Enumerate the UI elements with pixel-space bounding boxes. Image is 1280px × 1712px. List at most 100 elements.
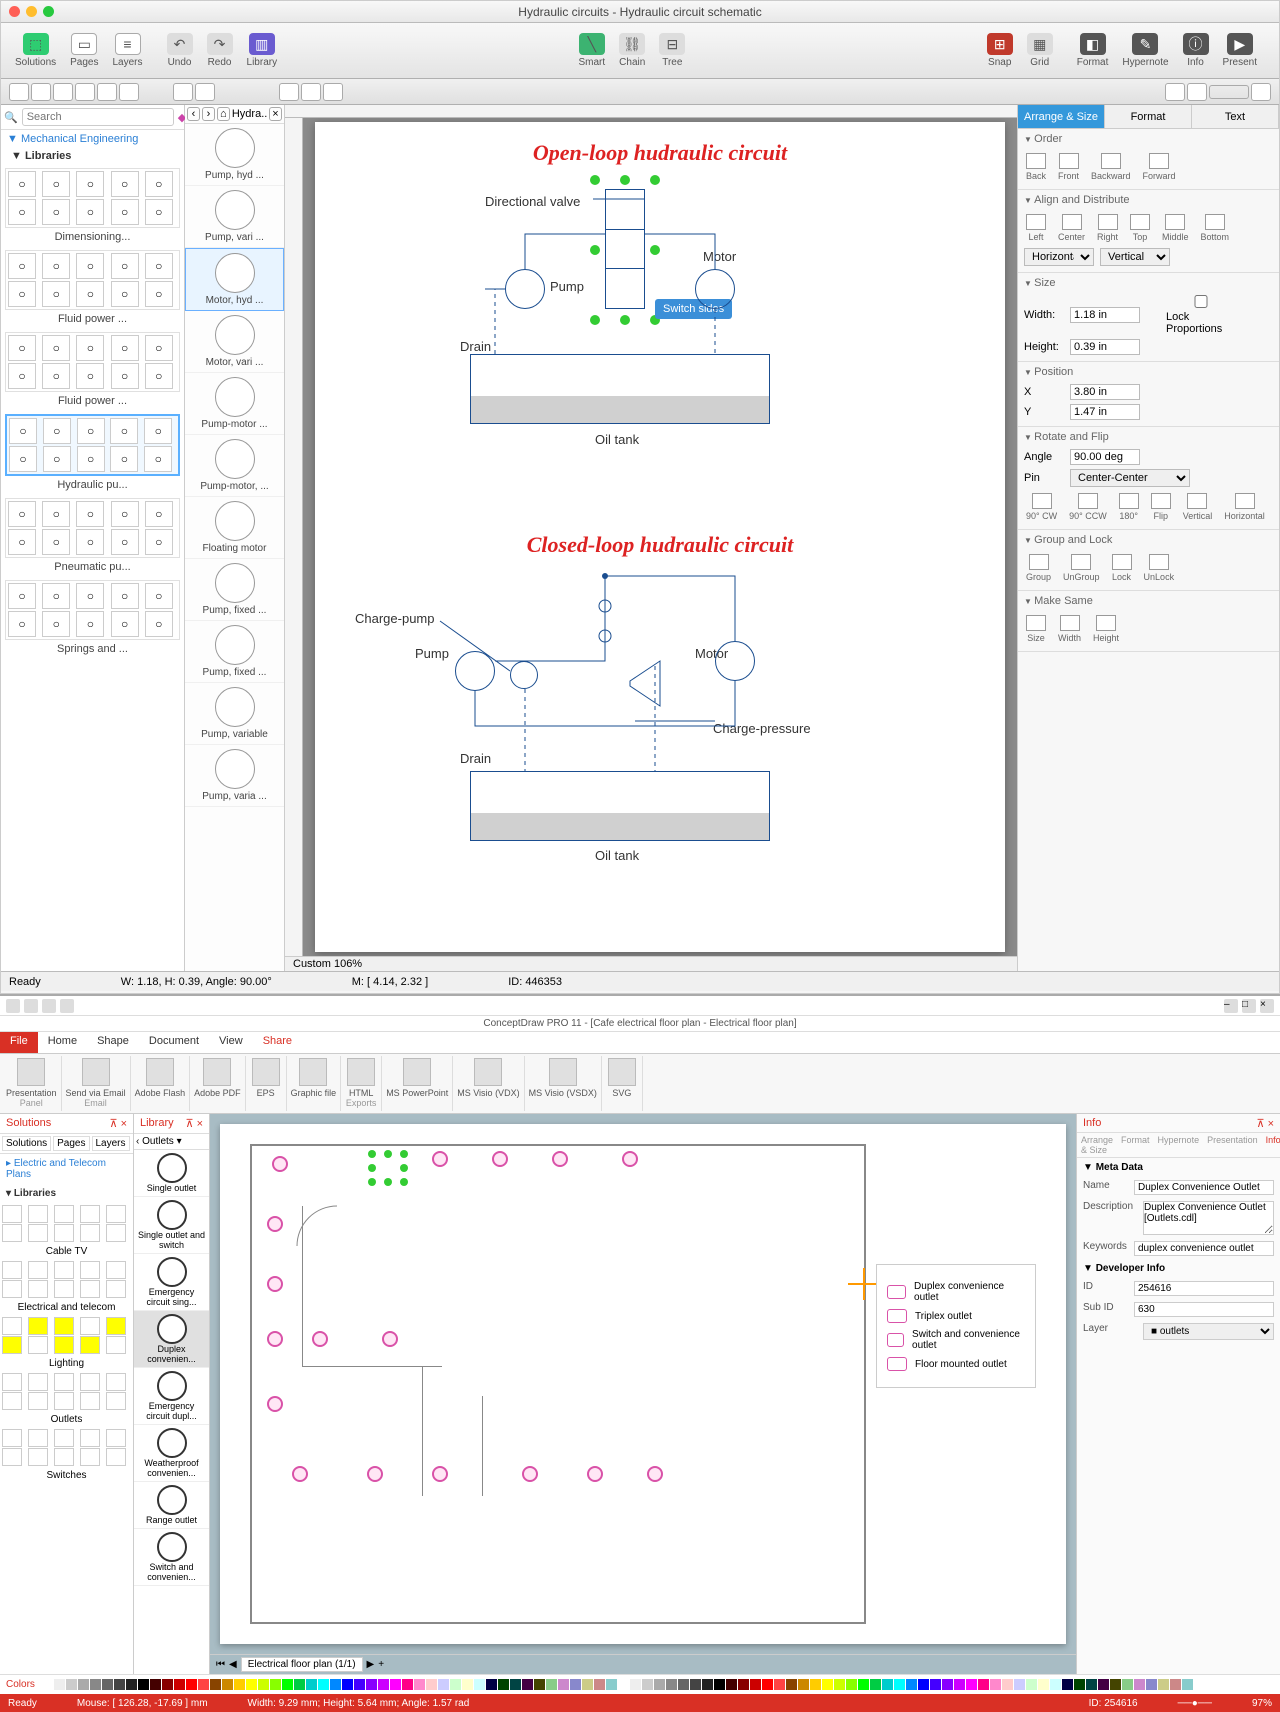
color-swatch[interactable] (174, 1679, 185, 1690)
stencil-thumb[interactable]: ○ (76, 281, 104, 307)
color-swatch[interactable] (654, 1679, 665, 1690)
stencil-thumb[interactable]: ○ (110, 418, 138, 444)
oil-tank2-shape[interactable] (470, 771, 770, 841)
stencil-thumb[interactable]: ○ (145, 199, 173, 225)
ccw-button[interactable]: 90° CCW (1069, 493, 1107, 521)
angle-input[interactable] (1070, 449, 1140, 465)
drawing-page-2[interactable]: Duplex convenience outletTriplex outletS… (220, 1124, 1066, 1644)
stencil-thumb[interactable]: ○ (8, 363, 36, 389)
stencil-thumb[interactable]: ○ (76, 171, 104, 197)
stencil-thumb[interactable]: ○ (145, 335, 173, 361)
arc-tool[interactable] (97, 83, 117, 101)
shape-item[interactable]: Pump-motor ... (185, 373, 284, 435)
color-swatch[interactable] (570, 1679, 581, 1690)
color-swatch[interactable] (78, 1679, 89, 1690)
color-swatch[interactable] (1038, 1679, 1049, 1690)
ribbon-svg[interactable]: SVG (602, 1056, 643, 1111)
stencil-thumb[interactable]: ○ (145, 501, 173, 527)
color-swatch[interactable] (1098, 1679, 1109, 1690)
color-swatch[interactable] (678, 1679, 689, 1690)
ribbon-msvisiovsdx[interactable]: MS Visio (VSDX) (525, 1056, 602, 1111)
color-swatch[interactable] (882, 1679, 893, 1690)
shape-item-2[interactable]: Single outlet and switch (134, 1197, 209, 1254)
color-swatch[interactable] (714, 1679, 725, 1690)
color-swatch[interactable] (270, 1679, 281, 1690)
stencil-thumb[interactable]: ○ (42, 501, 70, 527)
top-button[interactable]: Top (1130, 214, 1150, 242)
stencil-thumb[interactable]: ○ (42, 253, 70, 279)
horizontal-button[interactable]: Horizontal (1224, 493, 1265, 521)
shape-item[interactable]: Pump, varia ... (185, 745, 284, 807)
shape-item-2[interactable]: Range outlet (134, 1482, 209, 1529)
stencil-thumb[interactable]: ○ (111, 501, 139, 527)
window-min-icon[interactable]: – (1224, 999, 1238, 1013)
outlet-shape[interactable] (622, 1151, 638, 1167)
cw-button[interactable]: 90° CW (1026, 493, 1057, 521)
nav-back-2[interactable]: ‹ (136, 1136, 139, 1147)
shape-item[interactable]: Floating motor (185, 497, 284, 559)
ribbon-eps[interactable]: EPS (246, 1056, 287, 1111)
pin-icon[interactable]: ⊼ × (109, 1117, 127, 1130)
qa-menu-icon[interactable] (6, 999, 20, 1013)
bottom-button[interactable]: Bottom (1201, 214, 1230, 242)
make-header[interactable]: Make Same (1024, 595, 1273, 607)
color-swatch[interactable] (1086, 1679, 1097, 1690)
stencil-thumb[interactable]: ○ (145, 363, 173, 389)
color-swatch[interactable] (366, 1679, 377, 1690)
subid-input[interactable] (1134, 1302, 1274, 1317)
redo-button[interactable]: ↷Redo (201, 31, 239, 70)
color-swatch[interactable] (966, 1679, 977, 1690)
color-swatch[interactable] (738, 1679, 749, 1690)
flip-button[interactable]: Flip (1151, 493, 1171, 521)
outlet-shape[interactable] (587, 1466, 603, 1482)
outlet-shape[interactable] (382, 1331, 398, 1347)
stencil-thumb[interactable]: ○ (77, 446, 105, 472)
ribbon-adobepdf[interactable]: Adobe PDF (190, 1056, 246, 1111)
stencil-thumb[interactable]: ○ (145, 529, 173, 555)
add-sheet-icon[interactable]: + (378, 1659, 384, 1670)
color-swatch[interactable] (606, 1679, 617, 1690)
stencil-thumb[interactable]: ○ (76, 529, 104, 555)
stencil-thumb[interactable]: ○ (9, 418, 37, 444)
edit-tool[interactable] (279, 83, 299, 101)
color-swatch[interactable] (1002, 1679, 1013, 1690)
width-button[interactable]: Width (1058, 615, 1081, 643)
color-swatch[interactable] (234, 1679, 245, 1690)
stencil-thumb[interactable]: ○ (110, 446, 138, 472)
size-button[interactable]: Size (1026, 615, 1046, 643)
tree-libraries-2[interactable]: ▾ Libraries (0, 1184, 133, 1203)
minimize-icon[interactable] (26, 6, 37, 17)
outlet-shape[interactable] (267, 1276, 283, 1292)
shape-item-2[interactable]: Single outlet (134, 1150, 209, 1197)
nav-home-icon[interactable]: ⌂ (217, 107, 230, 121)
shape-item-2[interactable]: Switch and convenien... (134, 1529, 209, 1586)
stencil-thumb[interactable]: ○ (42, 171, 70, 197)
tab-home[interactable]: Home (38, 1032, 87, 1053)
unlock-button[interactable]: UnLock (1144, 554, 1175, 582)
stencil-thumb[interactable]: ○ (111, 253, 139, 279)
color-swatch[interactable] (702, 1679, 713, 1690)
color-swatch[interactable] (594, 1679, 605, 1690)
color-swatch[interactable] (954, 1679, 965, 1690)
color-swatch[interactable] (402, 1679, 413, 1690)
stencil-thumb[interactable]: ○ (42, 363, 70, 389)
keywords-input[interactable] (1134, 1241, 1274, 1256)
ungroup-button[interactable]: UnGroup (1063, 554, 1100, 582)
stencil-thumb[interactable]: ○ (111, 583, 139, 609)
ribbon-mspowerpoint[interactable]: MS PowerPoint (382, 1056, 453, 1111)
left-button[interactable]: Left (1026, 214, 1046, 242)
color-swatch[interactable] (1146, 1679, 1157, 1690)
shape-item[interactable]: Motor, vari ... (185, 311, 284, 373)
stencil-thumb[interactable]: ○ (42, 583, 70, 609)
color-swatch[interactable] (354, 1679, 365, 1690)
stencil-thumb[interactable]: ○ (43, 446, 71, 472)
outlets-dropdown[interactable]: Outlets (142, 1136, 174, 1147)
tree-root-2[interactable]: ▸ Electric and Telecom Plans (0, 1154, 133, 1184)
tab-document[interactable]: Document (139, 1032, 209, 1053)
lock-proportions-checkbox[interactable] (1166, 295, 1236, 308)
hypernote-button[interactable]: ✎Hypernote (1116, 31, 1174, 70)
chargepump-shape[interactable] (510, 661, 538, 689)
undo-button[interactable]: ↶Undo (161, 31, 199, 70)
outlet-shape[interactable] (552, 1151, 568, 1167)
color-swatch[interactable] (126, 1679, 137, 1690)
